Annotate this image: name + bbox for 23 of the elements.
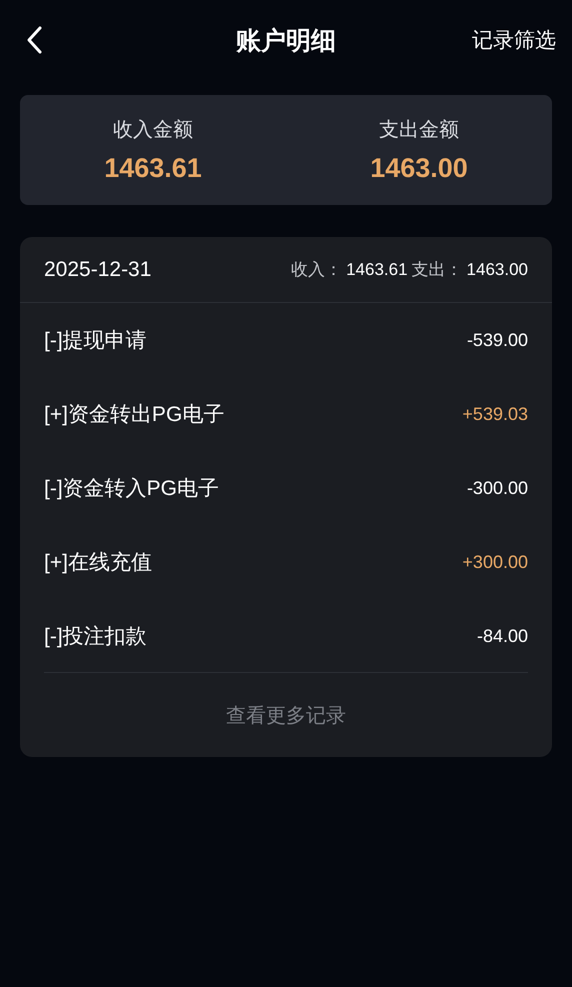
filter-button[interactable]: 记录筛选 [472,26,556,54]
total-value: 1463.00 [466,260,528,280]
record-amount: +300.00 [462,552,528,572]
record-title: [-]提现申请 [44,328,147,354]
record-date: 2025-12-31 [44,258,152,282]
record-amount: +539.03 [462,404,528,424]
summary-label: 收入金额 [113,118,193,143]
record-title: [+]在线充值 [44,550,152,576]
record-amount: -539.00 [466,330,528,350]
total-value: 1463.61 [346,260,408,280]
total-label: 支出： [412,259,463,281]
total-label: 收入： [291,259,342,281]
page-title: 账户明细 [236,26,336,56]
record-amount: -300.00 [466,478,528,498]
record-amount: -84.00 [476,626,528,646]
record-title: [-]资金转入PG电子 [44,476,220,502]
record-title: [+]资金转出PG电子 [44,402,224,428]
back-icon [25,25,43,55]
summary-label: 支出金额 [379,118,459,143]
record-title: [-]投注扣款 [44,624,147,650]
summary-amount: 1463.61 [104,153,202,184]
more-records-link[interactable]: 查看更多记录 [226,702,346,728]
summary-amount: 1463.00 [370,153,468,184]
